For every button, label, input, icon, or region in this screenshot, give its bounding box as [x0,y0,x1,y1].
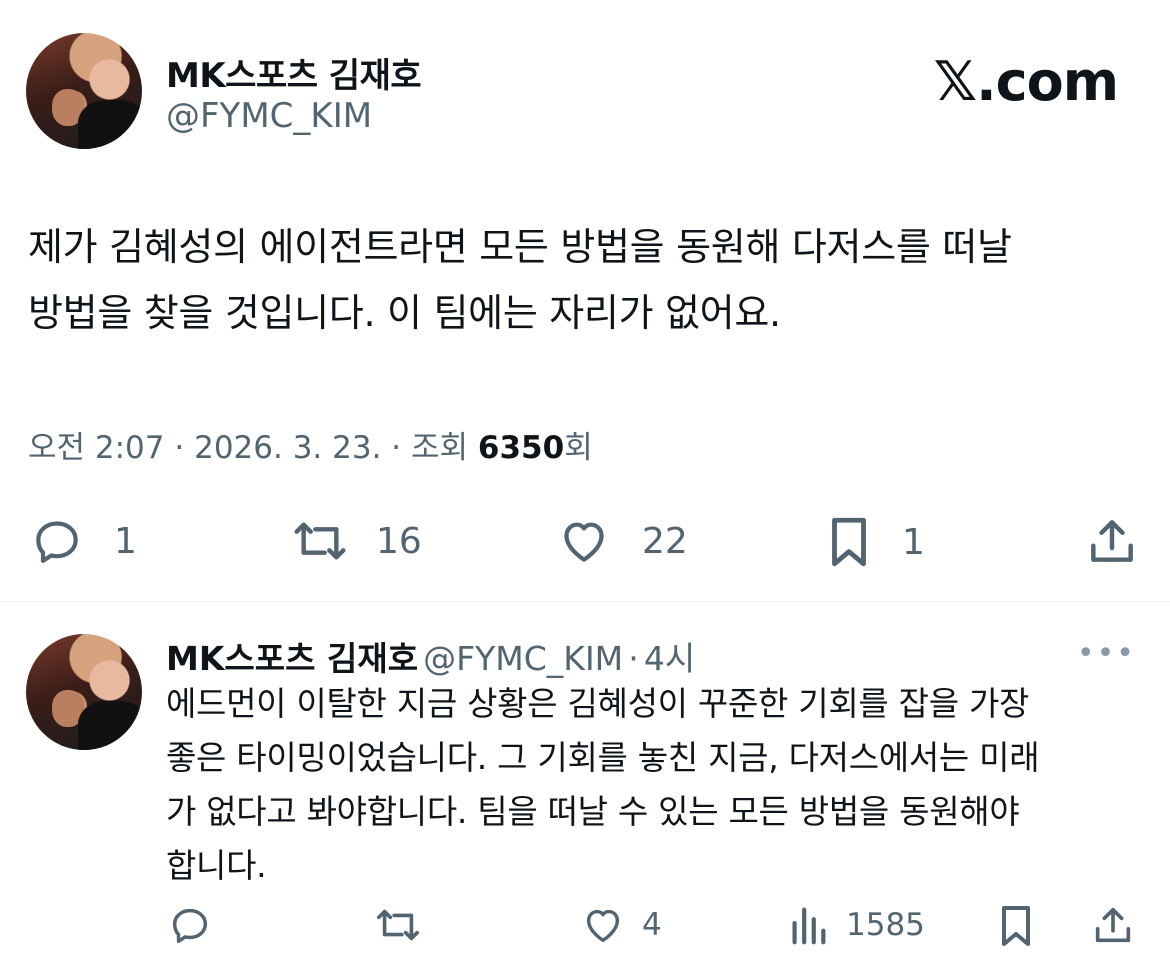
like-count: 22 [642,520,688,562]
tweet-date[interactable]: 2026. 3. 23. [194,430,381,466]
reply-views-count: 1585 [846,907,925,943]
tweet-text-line: 방법을 찾을 것입니다. 이 팀에는 자리가 없어요. [28,291,781,335]
reply-views-button[interactable]: 1585 [786,902,925,948]
author-handle[interactable]: @FYMC_KIM [166,96,372,136]
reply-icon [172,908,208,944]
reply-count: 1 [114,520,137,562]
author-name[interactable]: MK스포츠 김재호 [166,48,422,97]
like-button[interactable]: 22 [554,513,688,569]
reply-like-count: 4 [642,907,662,943]
tweet-time[interactable]: 오전 2:07 [28,430,165,466]
heart-icon [564,522,604,562]
tweet-text: 제가 김혜성의 에이전트라면 모든 방법을 동원해 다저스를 떠날 방법을 찾을… [28,214,1138,346]
reply-separator: · [628,639,639,678]
reply-author-name[interactable]: MK스포츠 김재호 [166,639,418,678]
tweet-text-line: 제가 김혜성의 에이전트라면 모든 방법을 동원해 다저스를 떠날 [28,225,1012,269]
reply-header: MK스포츠 김재호 @FYMC_KIM · 4시 [166,632,695,680]
meta-separator: · [174,430,185,466]
reply-text: 에드먼이 이탈한 지금 상황은 김혜성이 꾸준한 기회를 잡을 가장 좋은 타이… [166,677,1146,893]
views-count: 6350 [477,430,565,466]
share-icon [1095,907,1131,943]
repost-icon [377,909,419,941]
repost-icon [294,522,346,560]
reply-text-line: 에드먼이 이탈한 지금 상황은 김혜성이 꾸준한 기회를 잡을 가장 [166,684,1030,723]
reply-text-line: 합니다. [166,846,267,885]
bookmark-count: 1 [902,521,925,563]
heart-icon [586,909,620,943]
reply-bookmark-button[interactable] [994,902,1038,950]
bookmark-icon [1002,906,1030,946]
reply-text-line: 좋은 타이밍이었습니다. 그 기회를 놓친 지금, 다저스에서는 미래 [166,738,1040,777]
reply-share-button[interactable] [1090,902,1136,948]
bookmark-icon [832,517,866,567]
share-icon [1091,520,1133,562]
author-avatar[interactable] [26,33,142,149]
views-suffix: 회 [564,430,593,466]
analytics-icon [792,907,826,945]
meta-separator: · [391,430,402,466]
bookmark-button[interactable]: 1 [822,513,925,571]
share-button[interactable] [1084,513,1140,569]
views-label: 조회 [411,430,469,466]
reply-like-button[interactable]: 4 [578,902,662,948]
reply-button[interactable]: 1 [28,513,137,569]
reply-author-handle[interactable]: @FYMC_KIM [423,639,623,678]
repost-button[interactable]: 16 [286,513,422,569]
x-logo: 𝕏.com [933,50,1119,113]
reply-repost-button[interactable] [370,902,426,948]
reply-reply-button[interactable] [166,902,214,948]
reply-age[interactable]: 4시 [644,639,695,678]
repost-count: 16 [376,520,422,562]
reply-icon [36,521,78,563]
reply-author-avatar[interactable] [26,634,142,750]
reply-text-line: 가 없다고 봐야합니다. 팀을 떠날 수 있는 모든 방법을 동원해야 [166,792,1020,831]
more-options-icon[interactable]: ••• [1077,636,1136,671]
divider [0,601,1170,602]
tweet-meta: 오전 2:07 · 2026. 3. 23. · 조회 6350회 [28,422,593,467]
